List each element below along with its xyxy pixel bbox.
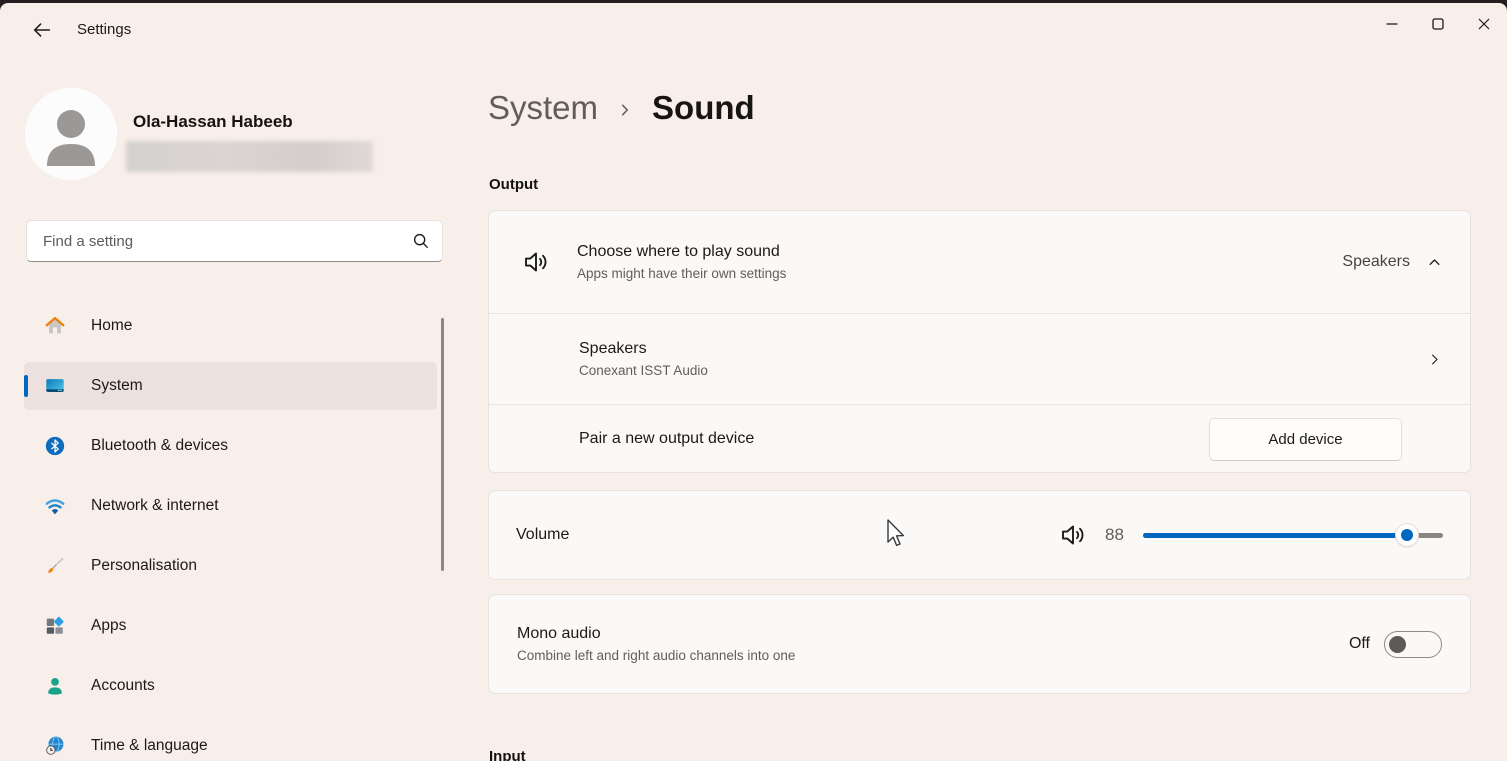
sidebar-item-accounts[interactable]: Accounts	[24, 662, 437, 710]
choose-output-row[interactable]: Choose where to play sound Apps might ha…	[489, 211, 1470, 313]
pair-device-row: Pair a new output device Add device	[489, 405, 1470, 473]
chevron-right-icon	[1427, 352, 1442, 367]
mono-audio-subtitle: Combine left and right audio channels in…	[517, 648, 795, 663]
mono-audio-card: Mono audio Combine left and right audio …	[488, 594, 1471, 694]
mono-audio-state-label: Off	[1349, 635, 1370, 653]
volume-value: 88	[1105, 525, 1143, 545]
output-section-header: Output	[489, 176, 538, 193]
sidebar-item-personalisation[interactable]: Personalisation	[24, 542, 437, 590]
sidebar-item-apps[interactable]: Apps	[24, 602, 437, 650]
time-language-icon	[44, 735, 66, 757]
main-content: System Sound Output Choose where to play…	[488, 59, 1471, 761]
breadcrumb-system[interactable]: System	[488, 89, 598, 127]
device-name: Speakers	[579, 340, 708, 358]
mono-audio-title: Mono audio	[517, 625, 795, 643]
user-name: Ola-Hassan Habeeb	[133, 112, 293, 132]
volume-slider[interactable]	[1143, 524, 1443, 546]
pair-device-label: Pair a new output device	[579, 430, 754, 448]
choose-output-title: Choose where to play sound	[577, 243, 786, 261]
device-driver: Conexant ISST Audio	[579, 363, 708, 378]
minimize-button[interactable]	[1369, 3, 1415, 45]
avatar[interactable]	[25, 88, 117, 180]
volume-label: Volume	[516, 526, 569, 544]
titlebar: Settings	[0, 3, 1507, 59]
speaker-icon	[521, 247, 551, 277]
home-icon	[44, 315, 66, 337]
choose-output-subtitle: Apps might have their own settings	[577, 266, 786, 281]
network-icon	[44, 495, 66, 517]
sidebar-item-time-language[interactable]: Time & language	[24, 722, 437, 761]
sidebar-item-label: System	[91, 377, 143, 395]
maximize-button[interactable]	[1415, 3, 1461, 45]
close-button[interactable]	[1461, 3, 1507, 45]
search-input[interactable]	[43, 233, 412, 250]
volume-speaker-icon[interactable]	[1058, 520, 1088, 550]
sidebar-item-label: Personalisation	[91, 557, 197, 575]
accounts-icon	[44, 675, 66, 697]
chevron-up-icon	[1427, 255, 1442, 270]
sidebar-nav: Home System	[24, 302, 437, 761]
sidebar-item-network-internet[interactable]: Network & internet	[24, 482, 437, 530]
volume-slider-fill	[1143, 533, 1407, 538]
sidebar-item-label: Bluetooth & devices	[91, 437, 228, 455]
input-section-header: Input	[489, 748, 526, 761]
output-device-expander-card: Choose where to play sound Apps might ha…	[488, 210, 1471, 473]
breadcrumb-chevron-icon	[618, 103, 632, 117]
apps-icon	[44, 615, 66, 637]
settings-window: Settings Ola-Hassan Habeeb	[0, 3, 1507, 761]
toggle-knob	[1389, 636, 1406, 653]
volume-card: Volume 88	[488, 490, 1471, 580]
sidebar-item-label: Accounts	[91, 677, 155, 695]
bluetooth-icon	[44, 435, 66, 457]
sidebar-item-bluetooth-devices[interactable]: Bluetooth & devices	[24, 422, 437, 470]
sidebar-item-label: Apps	[91, 617, 126, 635]
user-email-redacted	[126, 141, 373, 172]
sidebar-scrollbar[interactable]	[441, 318, 444, 571]
sidebar-item-system[interactable]: System	[24, 362, 437, 410]
selected-accent-bar	[24, 375, 28, 397]
system-icon	[44, 375, 66, 397]
search-icon	[412, 232, 430, 250]
speakers-device-row[interactable]: Speakers Conexant ISST Audio	[489, 314, 1470, 404]
volume-slider-handle[interactable]	[1396, 524, 1418, 546]
window-controls	[1369, 3, 1507, 49]
breadcrumb: System Sound	[488, 89, 755, 127]
back-button[interactable]	[22, 13, 62, 47]
personalisation-icon	[44, 555, 66, 577]
sidebar-item-label: Home	[91, 317, 132, 335]
selected-output-value: Speakers	[1342, 253, 1410, 271]
page-title: Sound	[652, 89, 755, 127]
mono-audio-toggle[interactable]	[1384, 631, 1442, 658]
sidebar-item-label: Time & language	[91, 737, 208, 755]
sidebar-item-label: Network & internet	[91, 497, 219, 515]
app-title: Settings	[77, 21, 131, 38]
search-box[interactable]	[26, 220, 443, 262]
back-arrow-icon	[31, 19, 53, 41]
add-device-button[interactable]: Add device	[1209, 418, 1402, 461]
sidebar-item-home[interactable]: Home	[24, 302, 437, 350]
sidebar: Ola-Hassan Habeeb Home	[0, 59, 460, 761]
